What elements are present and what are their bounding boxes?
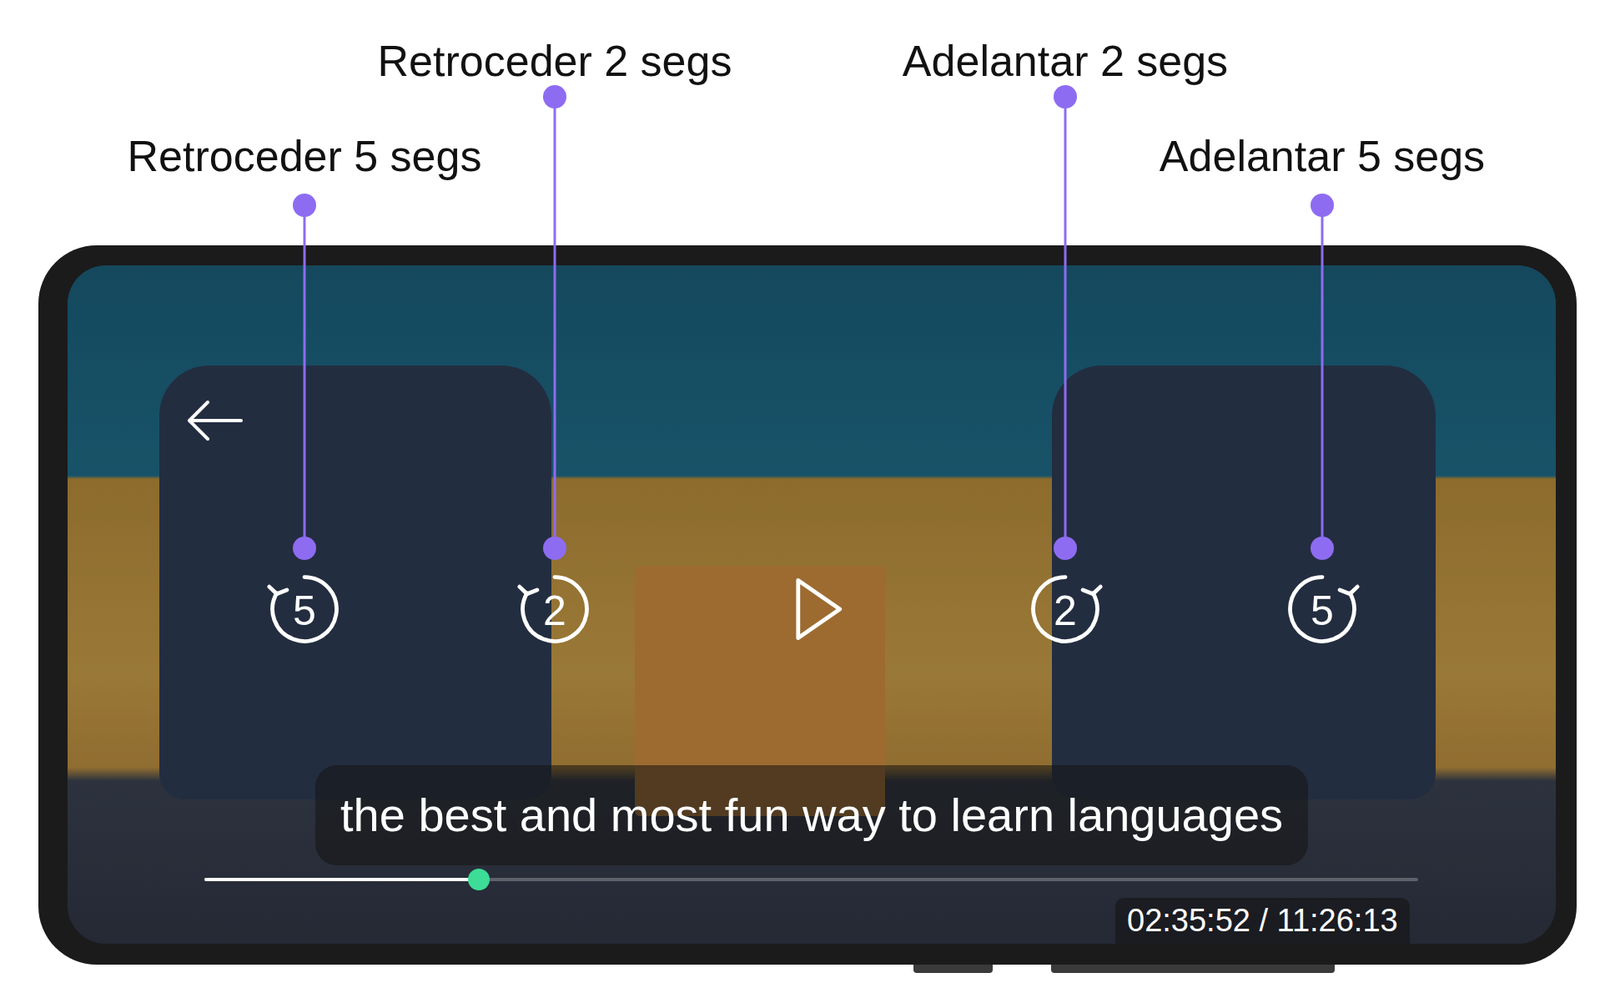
- rewind-button[interactable]: 2: [514, 568, 595, 650]
- seconds-number: 5: [1310, 586, 1334, 632]
- back-arrow-icon[interactable]: [184, 398, 245, 443]
- annotation-line: [1321, 205, 1324, 549]
- annotation-dot: [292, 193, 317, 217]
- play-icon: [774, 568, 855, 650]
- progress-fill: [204, 877, 479, 881]
- seconds-number: 2: [1053, 586, 1077, 632]
- time-display: 02:35:52 / 11:26:13: [1115, 897, 1410, 944]
- progress-knob[interactable]: [467, 868, 490, 891]
- forward-button[interactable]: 5: [1282, 568, 1363, 650]
- annotation-line: [553, 96, 557, 549]
- annotation-dot: [1310, 536, 1334, 560]
- rewind-button[interactable]: 5: [264, 568, 345, 650]
- annotation-line: [303, 205, 307, 549]
- side-button: [1051, 964, 1335, 973]
- annotation-dot: [1053, 85, 1077, 109]
- annotation-dot: [1310, 193, 1334, 217]
- play-button[interactable]: [774, 568, 855, 650]
- annotation-label: Retroceder 5 segs: [122, 127, 488, 185]
- annotation-dot: [1053, 536, 1077, 560]
- annotation-label: Retroceder 2 segs: [372, 32, 738, 90]
- seconds-number: 5: [292, 586, 317, 632]
- annotation-dot: [292, 536, 317, 560]
- annotation-label: Adelantar 2 segs: [897, 32, 1233, 90]
- video-screen: 5 2 2 5 the best and most fun way to learn l…: [67, 265, 1556, 944]
- forward-button[interactable]: 2: [1025, 568, 1106, 650]
- annotation-label: Adelantar 5 segs: [1154, 127, 1490, 185]
- seconds-number: 2: [543, 586, 567, 632]
- annotation-line: [1064, 96, 1067, 549]
- progress-track[interactable]: [204, 877, 1419, 881]
- phone-frame: 5 2 2 5 the best and most fun way to learn l…: [38, 245, 1577, 965]
- annotation-dot: [543, 536, 567, 560]
- side-button: [913, 964, 993, 973]
- annotation-dot: [543, 85, 567, 109]
- subtitle: the best and most fun way to learn langu…: [315, 764, 1309, 866]
